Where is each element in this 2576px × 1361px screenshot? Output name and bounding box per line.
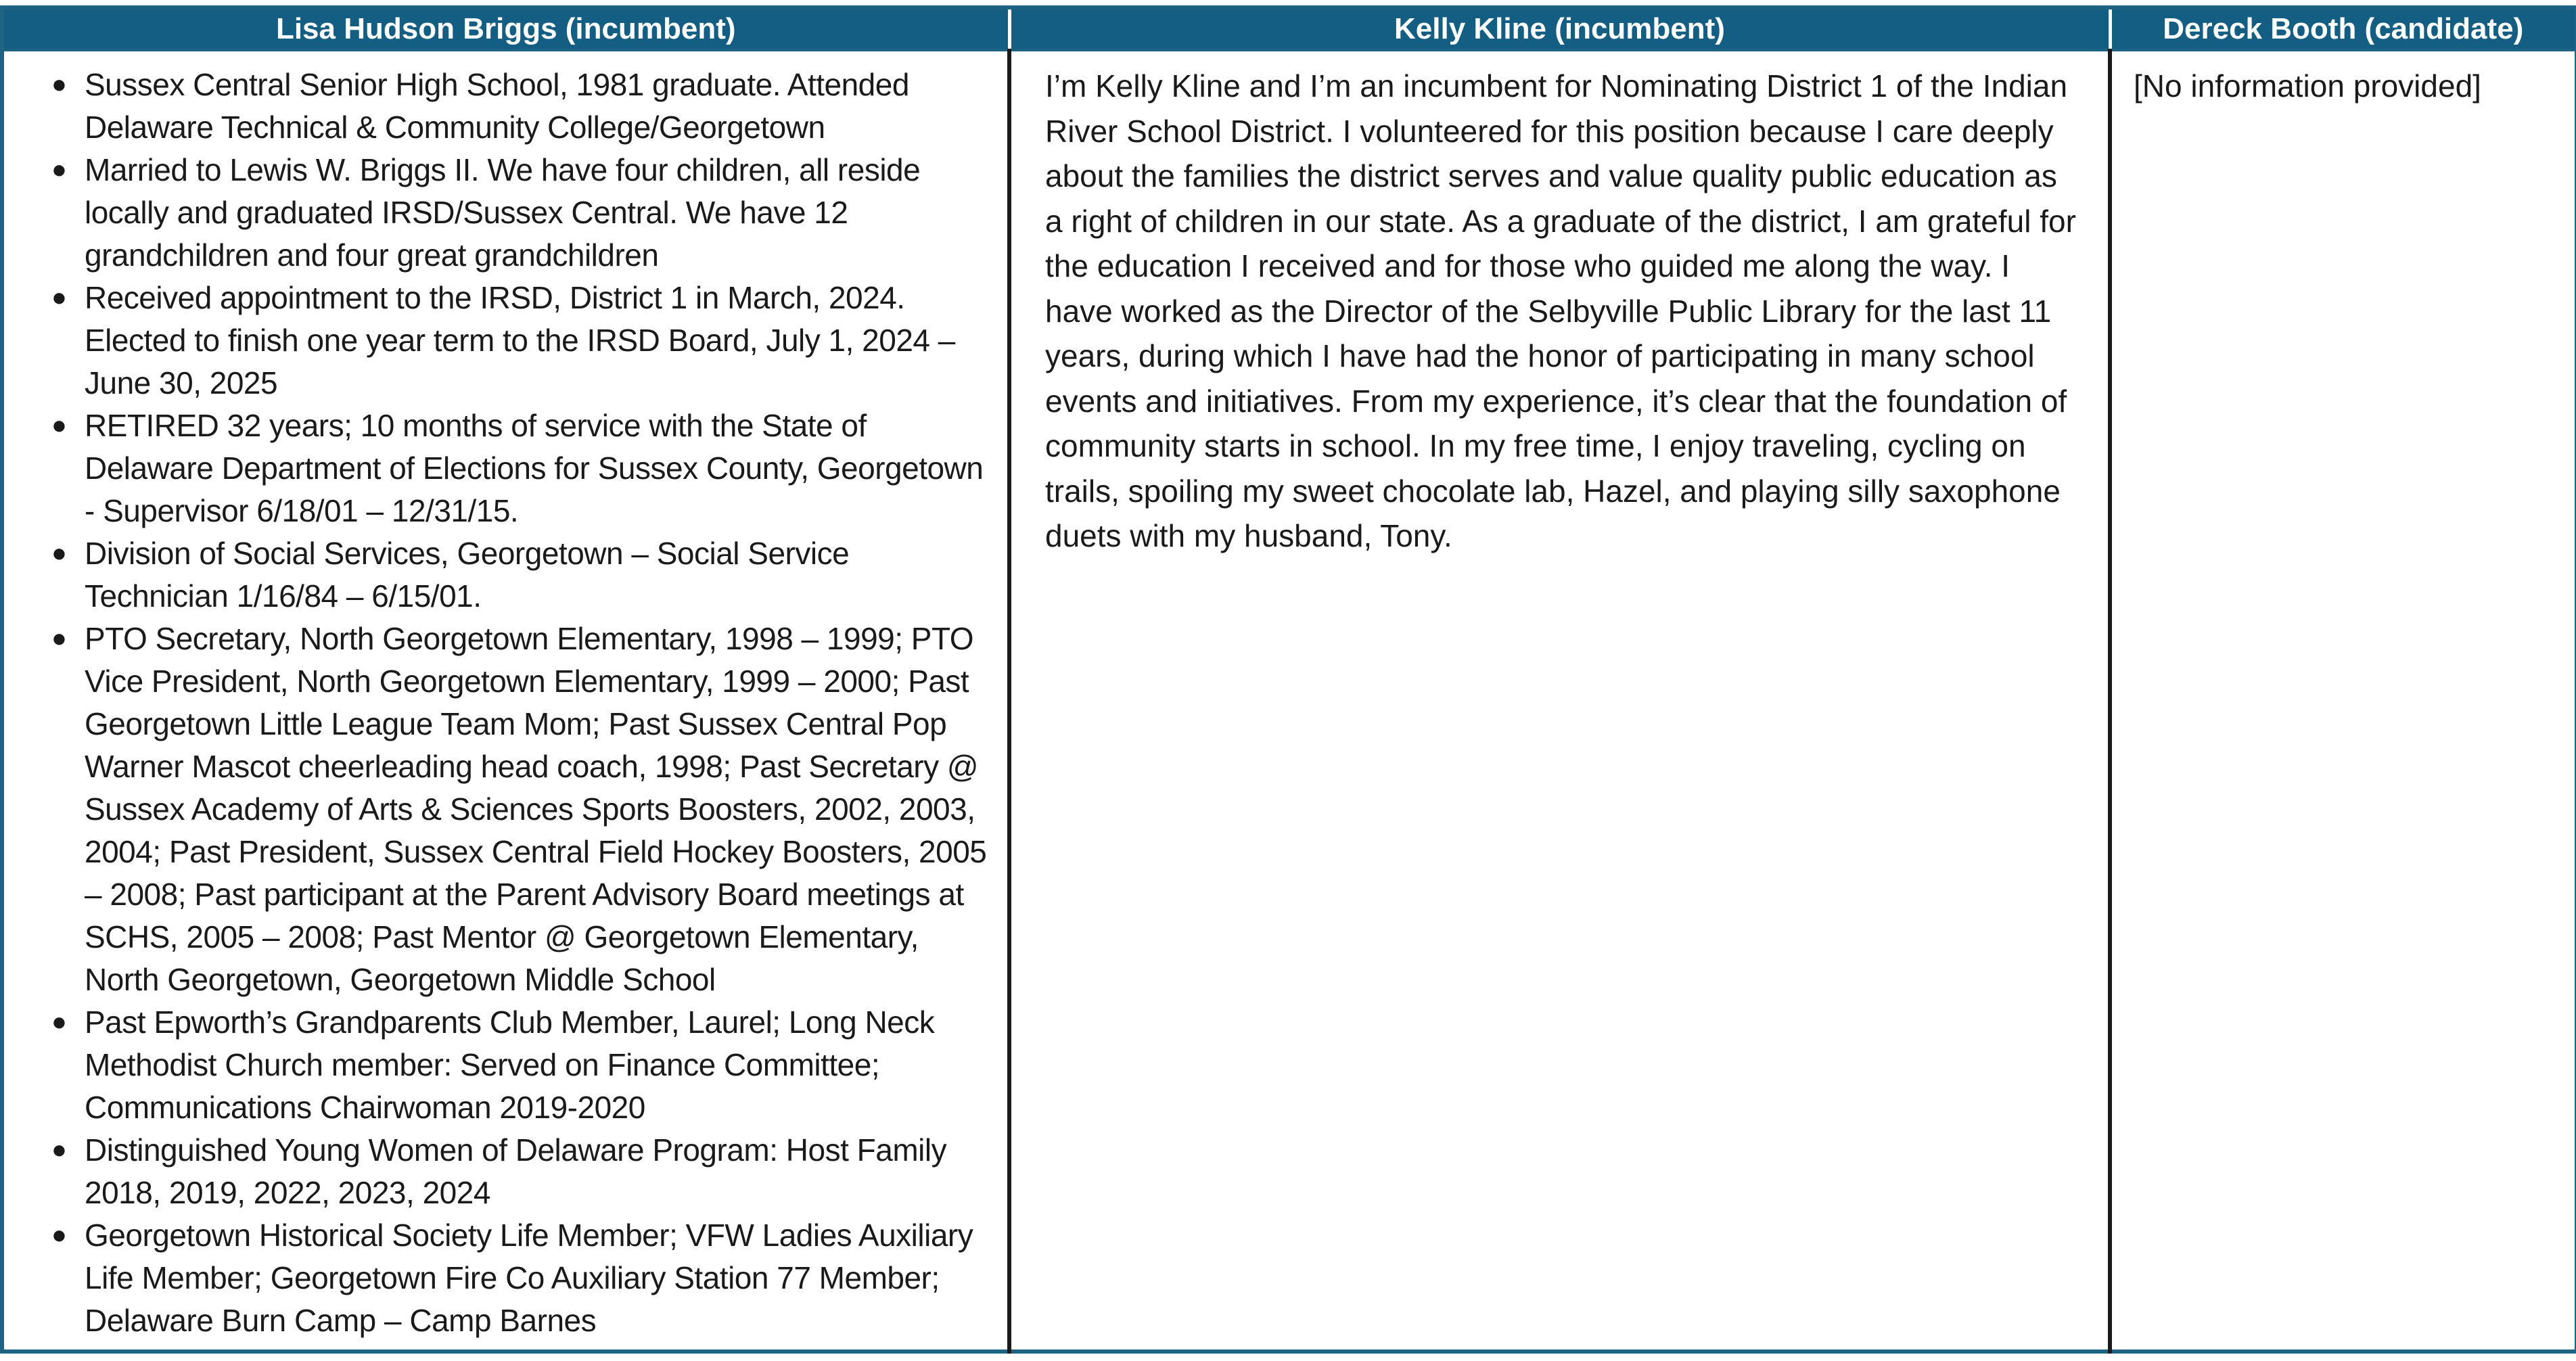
list-item-text: Division of Social Services, Georgetown … <box>85 536 850 614</box>
bullet-icon: ● <box>51 539 67 568</box>
list-item: ● PTO Secretary, North Georgetown Element… <box>35 618 991 1001</box>
list-item: ● Past Epworth’s Grandparents Club Member… <box>35 1001 991 1129</box>
list-item: ● Georgetown Historical Society Life Memb… <box>35 1214 991 1342</box>
list-item-text: Past Epworth’s Grandparents Club Member,… <box>85 1005 935 1125</box>
booth-bio: [No information provided] <box>2134 68 2481 103</box>
bullet-icon: ● <box>51 1008 67 1036</box>
list-item-text: Received appointment to the IRSD, Distri… <box>85 280 955 400</box>
candidates-table: Lisa Hudson Briggs (incumbent) Kelly Kli… <box>0 5 2576 1354</box>
header-booth: Dereck Booth (candidate) <box>2110 7 2576 51</box>
header-kline: Kelly Kline (incumbent) <box>1009 7 2112 51</box>
bullet-icon: ● <box>51 1221 67 1249</box>
header-briggs: Lisa Hudson Briggs (incumbent) <box>2 7 1011 51</box>
list-item: ● Received appointment to the IRSD, Distr… <box>35 277 991 405</box>
list-item-text: Distinguished Young Women of Delaware Pr… <box>85 1132 947 1210</box>
list-item-text: Sussex Central Senior High School, 1981 … <box>85 67 909 145</box>
bullet-icon: ● <box>51 411 67 440</box>
booth-cell: [No information provided] <box>2110 50 2576 1352</box>
list-item: ● Distinguished Young Women of Delaware P… <box>35 1129 991 1214</box>
list-item: ● Sussex Central Senior High School, 1981… <box>35 64 991 149</box>
kline-cell: I’m Kelly Kline and I’m an incumbent for… <box>1009 50 2112 1352</box>
list-item: ● RETIRED 32 years; 10 months of service … <box>35 405 991 532</box>
list-item: ● Married to Lewis W. Briggs II. We have … <box>35 149 991 277</box>
content-row: ● Sussex Central Senior High School, 1981… <box>2 50 2576 1352</box>
list-item-text: RETIRED 32 years; 10 months of service w… <box>85 408 984 528</box>
bullet-icon: ● <box>51 283 67 312</box>
briggs-cell: ● Sussex Central Senior High School, 1981… <box>2 50 1011 1352</box>
list-item-text: PTO Secretary, North Georgetown Elementa… <box>85 621 987 997</box>
list-item-text: Georgetown Historical Society Life Membe… <box>85 1218 973 1338</box>
bullet-icon: ● <box>51 624 67 653</box>
header-row: Lisa Hudson Briggs (incumbent) Kelly Kli… <box>2 7 2576 51</box>
bullet-icon: ● <box>51 1136 67 1164</box>
bullet-icon: ● <box>51 156 67 184</box>
bullet-icon: ● <box>51 70 67 99</box>
briggs-bullet-list: ● Sussex Central Senior High School, 1981… <box>4 51 1007 1342</box>
kline-bio: I’m Kelly Kline and I’m an incumbent for… <box>1045 68 2076 553</box>
list-item-text: Married to Lewis W. Briggs II. We have f… <box>85 152 921 273</box>
list-item: ● Division of Social Services, Georgetown… <box>35 532 991 618</box>
